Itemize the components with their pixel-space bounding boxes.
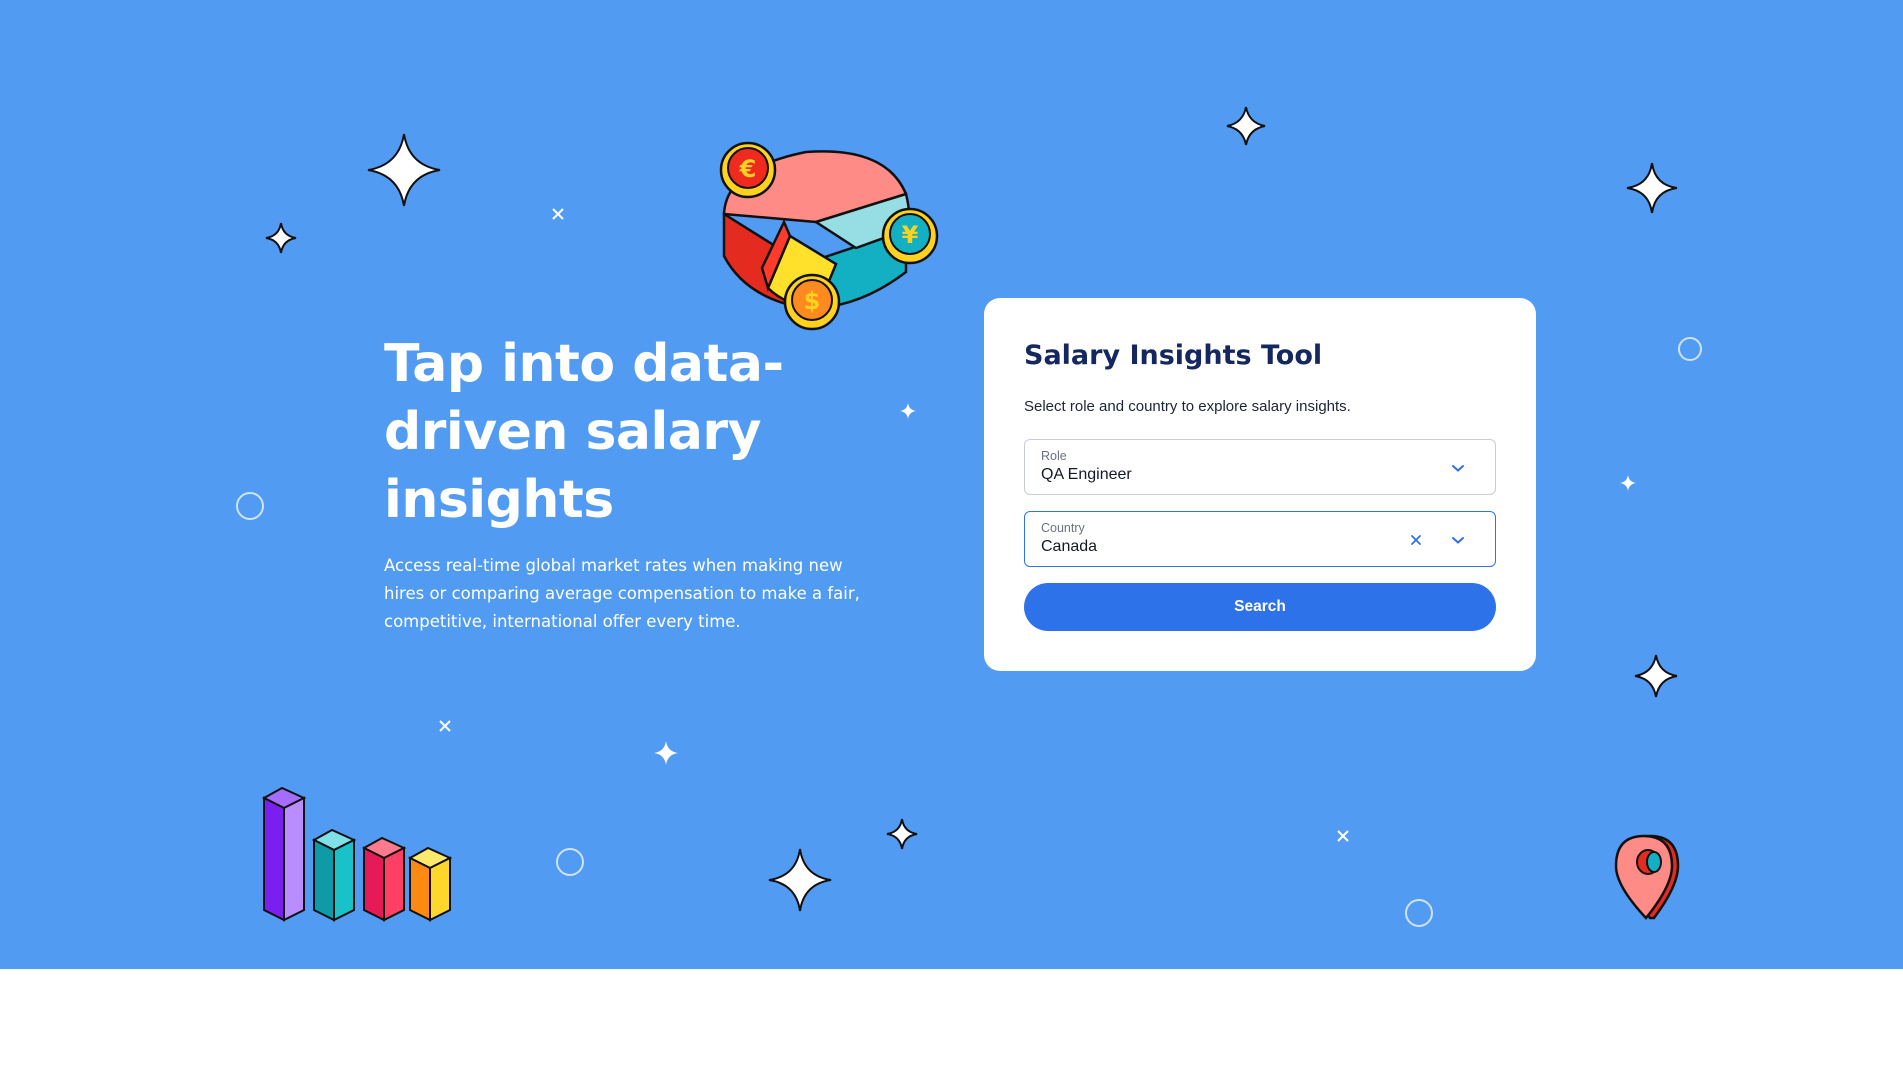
country-select[interactable]: Country Canada [1024,511,1496,567]
hero-headline: Tap into data-driven salary insights [384,334,784,530]
sparkle-icon [886,818,918,850]
clear-icon[interactable] [1405,529,1427,551]
pie-chart-coins-illustration: € ¥ $ [719,141,939,331]
hero-section: € ¥ $ Tap into data-driven salary insigh… [0,0,1903,969]
sparkle-icon [265,222,297,254]
small-sparkle-icon [654,741,678,765]
circle-decoration [236,492,264,520]
sparkle-icon [768,848,832,912]
dollar-coin-icon: $ [783,273,841,331]
page-below-hero [0,969,1903,1080]
svg-text:€: € [739,155,757,183]
svg-text:¥: ¥ [902,221,919,249]
small-sparkle-icon [1620,475,1636,491]
search-button[interactable]: Search [1024,583,1496,631]
circle-decoration [1678,337,1702,361]
sparkle-icon [1226,106,1266,146]
salary-insights-card: Salary Insights Tool Select role and cou… [984,298,1536,671]
svg-text:$: $ [804,287,821,315]
x-sparkle-icon [439,720,451,732]
circle-decoration [1405,899,1433,927]
sparkle-icon [1634,654,1678,698]
euro-coin-icon: € [719,141,777,199]
country-label: Country [1041,521,1085,535]
chevron-down-icon[interactable] [1447,529,1469,551]
sparkle-icon [1626,162,1678,214]
hero-subtext: Access real-time global market rates whe… [384,556,860,631]
map-pin-icon [1614,834,1680,920]
card-description: Select role and country to explore salar… [1024,398,1351,415]
sparkle-icon [367,133,441,207]
role-select[interactable]: Role QA Engineer [1024,439,1496,495]
circle-decoration [556,848,584,876]
chevron-down-icon[interactable] [1447,457,1469,479]
yen-coin-icon: ¥ [881,207,939,265]
role-label: Role [1041,449,1067,463]
bar-chart-illustration [261,786,453,922]
role-value: QA Engineer [1041,466,1132,483]
card-title: Salary Insights Tool [1024,340,1323,371]
country-value: Canada [1041,538,1098,555]
x-sparkle-icon [1337,830,1349,842]
x-sparkle-icon [552,208,564,220]
